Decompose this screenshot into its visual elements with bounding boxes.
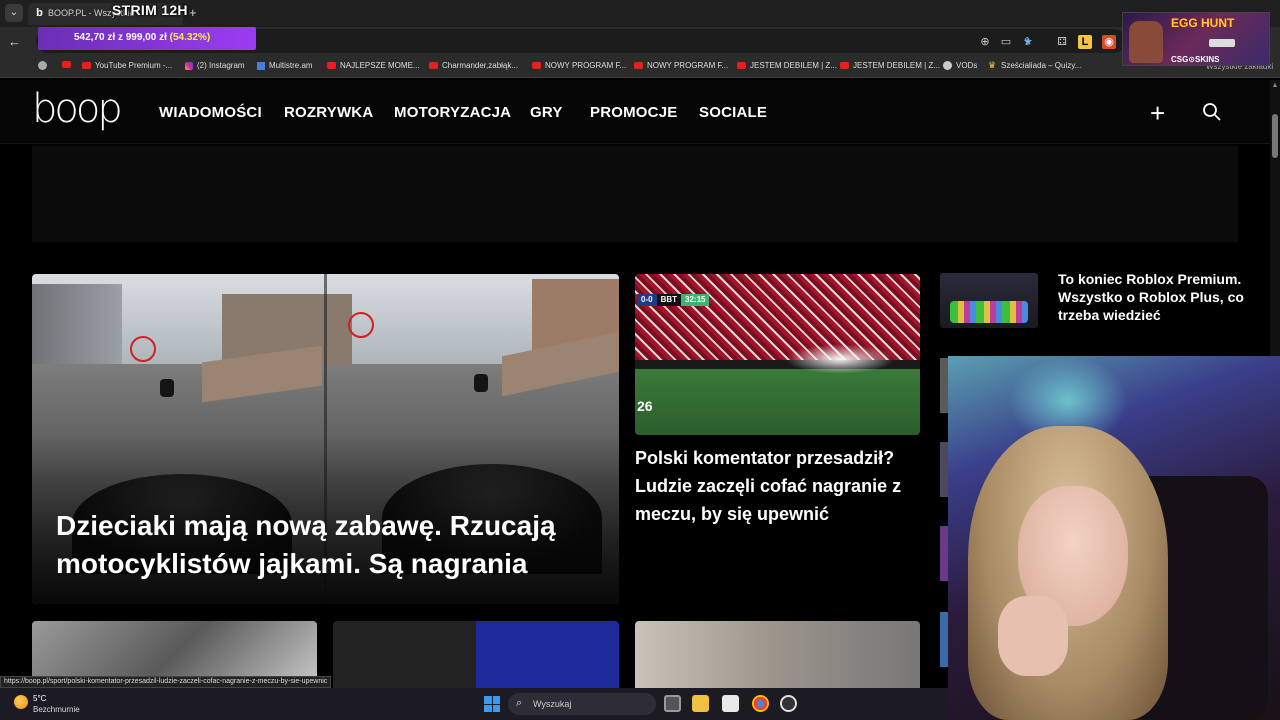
sidebar-article-title[interactable]: To koniec Roblox Premium. Wszystko o Rob…: [1058, 270, 1248, 324]
plus-icon[interactable]: +: [1150, 98, 1165, 129]
extension-icon[interactable]: ⚃: [1055, 35, 1069, 49]
nav-rozrywka[interactable]: ROZRYWKA: [284, 104, 373, 121]
donation-amount: 542,70 zł: [74, 32, 116, 43]
instagram-icon: [185, 61, 193, 70]
chrome-icon[interactable]: [752, 695, 769, 712]
streamer-avatar-figure: [1129, 21, 1163, 63]
donation-goal-widget: 542,70 zł z 999,00 zł (54.32%): [38, 27, 256, 50]
new-tab-icon[interactable]: +: [189, 5, 197, 20]
tab-bar: ⌄ b BOOP.PL - Wszystkie STRIM 12H +: [0, 0, 1280, 27]
youtube-icon: [327, 62, 336, 69]
taskbar-search-placeholder: Wyszukaj: [533, 699, 572, 709]
site-header: boop WIADOMOŚCI ROZRYWKA MOTORYZACJA GRY…: [0, 80, 1270, 144]
bookmark-item[interactable]: ♛ Sześcialiada – Quizy...: [988, 60, 1081, 71]
nav-promocje[interactable]: PROMOCJE: [590, 104, 677, 121]
bookmark-item[interactable]: (2) Instagram: [185, 61, 245, 70]
youtube-icon: [82, 62, 91, 69]
star-bookmark-icon[interactable]: ★: [1021, 35, 1035, 49]
feature-article-title[interactable]: Dzieciaki mają nową zabawę. Rzucają moto…: [56, 507, 616, 583]
windows-start-icon[interactable]: [484, 696, 500, 712]
player-number: 26: [637, 398, 653, 414]
weather-sun-icon[interactable]: [14, 695, 28, 709]
multistream-icon: [257, 61, 265, 70]
ad-slot: [32, 146, 1238, 242]
extension-l-icon[interactable]: L: [1078, 35, 1092, 49]
youtube-icon: [634, 62, 643, 69]
weather-temp[interactable]: 5°C: [33, 694, 46, 703]
scoreboard: 0-0 BBT 32:15: [637, 294, 710, 306]
taskbar-search[interactable]: ⌕ Wyszukaj: [508, 693, 656, 715]
search-icon: ⌕: [516, 697, 523, 709]
bookmark-item[interactable]: Charmander,zabłąk...: [429, 61, 518, 70]
roblox-characters: [950, 301, 1028, 323]
flare-light: [785, 344, 895, 374]
bookmarks-bar: ⠿ YouTube Premium -... (2) Instagram Mul…: [0, 56, 1280, 129]
nav-gry[interactable]: GRY: [530, 104, 563, 121]
nav-sociale[interactable]: SOCIALE: [699, 104, 767, 121]
red-circle-marker: [130, 336, 156, 362]
article-title[interactable]: Polski komentator przesadził? Ludzie zac…: [635, 444, 925, 528]
article-thumbnail[interactable]: [635, 621, 920, 688]
search-icon[interactable]: [1202, 102, 1222, 122]
scroll-up-icon[interactable]: ▲: [1270, 82, 1280, 89]
bookmark-item[interactable]: JESTEM DEBILEM | Z...: [737, 61, 837, 70]
status-url-bar: https://boop.pl/sport/polski-komentator-…: [0, 676, 332, 688]
quiz-icon: ♛: [988, 60, 997, 70]
boop-favicon-icon: b: [36, 7, 43, 19]
score: 0-0: [637, 294, 657, 306]
motorcycle-figure: [474, 374, 488, 392]
nav-motoryzacja[interactable]: MOTORYZACJA: [394, 104, 511, 121]
zoom-icon[interactable]: ⊕: [978, 35, 992, 49]
store-icon[interactable]: [722, 695, 739, 712]
bookmark-item[interactable]: NAJLEPSZE MOME...: [327, 61, 420, 70]
bookmark-settings-icon[interactable]: [38, 61, 47, 70]
windows-taskbar: 5°C Bezchmurnie ⌕ Wyszukaj: [0, 688, 948, 720]
bookmark-item[interactable]: YouTube Premium -...: [82, 61, 172, 70]
boop-logo[interactable]: boop: [32, 86, 123, 132]
nav-wiadomosci[interactable]: WIADOMOŚCI: [159, 104, 262, 121]
bookmark-item[interactable]: NOWY PROGRAM F...: [634, 61, 728, 70]
article-thumbnail[interactable]: [333, 621, 619, 688]
feature-article[interactable]: Dzieciaki mają nową zabawę. Rzucają moto…: [32, 274, 619, 604]
donation-percent: (54.32%): [169, 32, 211, 43]
youtube-icon: [532, 62, 541, 69]
tab-search-icon[interactable]: ⌄: [5, 4, 23, 22]
egg-hunt-overlay: EGG HUNT CSG⊙SKINS: [1122, 12, 1270, 66]
bookmark-item[interactable]: JESTEM DEBILEM | Z...: [840, 61, 940, 70]
globe-icon: [943, 61, 952, 70]
article-thumbnail-football[interactable]: 0-0 BBT 32:15 26: [635, 274, 920, 435]
cast-icon[interactable]: ▭: [999, 35, 1013, 49]
donation-goal: z 999,00 zł: [117, 32, 167, 43]
bookmark-item[interactable]: Multistre.am: [257, 61, 313, 70]
file-explorer-icon[interactable]: [692, 695, 709, 712]
streamer-webcam: [948, 356, 1280, 720]
bookmark-item[interactable]: NOWY PROGRAM F...: [532, 61, 626, 70]
egg-hunt-bar: [1209, 39, 1235, 47]
bookmark-youtube-icon[interactable]: [62, 61, 71, 68]
task-view-icon[interactable]: [664, 695, 681, 712]
team-code: BBT: [656, 294, 682, 306]
bookmark-item[interactable]: VODs: [943, 61, 977, 70]
app-icon[interactable]: [780, 695, 797, 712]
sidebar-article-thumbnail[interactable]: [940, 273, 1038, 328]
egg-hunt-title: EGG HUNT: [1171, 16, 1235, 30]
youtube-icon: [840, 62, 849, 69]
extension-red-icon[interactable]: ◉: [1102, 35, 1116, 49]
red-circle-marker: [348, 312, 374, 338]
donation-goal-text: 542,70 zł z 999,00 zł (54.32%): [74, 32, 210, 43]
stream-overlay-title: STRIM 12H: [112, 2, 188, 18]
scrollbar-thumb[interactable]: [1272, 114, 1278, 158]
motorcycle-figure: [160, 379, 174, 397]
match-time: 32:15: [681, 294, 710, 306]
back-arrow-icon[interactable]: ←: [8, 34, 21, 49]
streamer-hand: [998, 596, 1068, 676]
youtube-icon: [737, 62, 746, 69]
egg-hunt-sponsor: CSG⊙SKINS: [1171, 55, 1220, 64]
football-pitch: [635, 369, 920, 435]
youtube-icon: [429, 62, 438, 69]
weather-desc[interactable]: Bezchmurnie: [33, 705, 80, 714]
